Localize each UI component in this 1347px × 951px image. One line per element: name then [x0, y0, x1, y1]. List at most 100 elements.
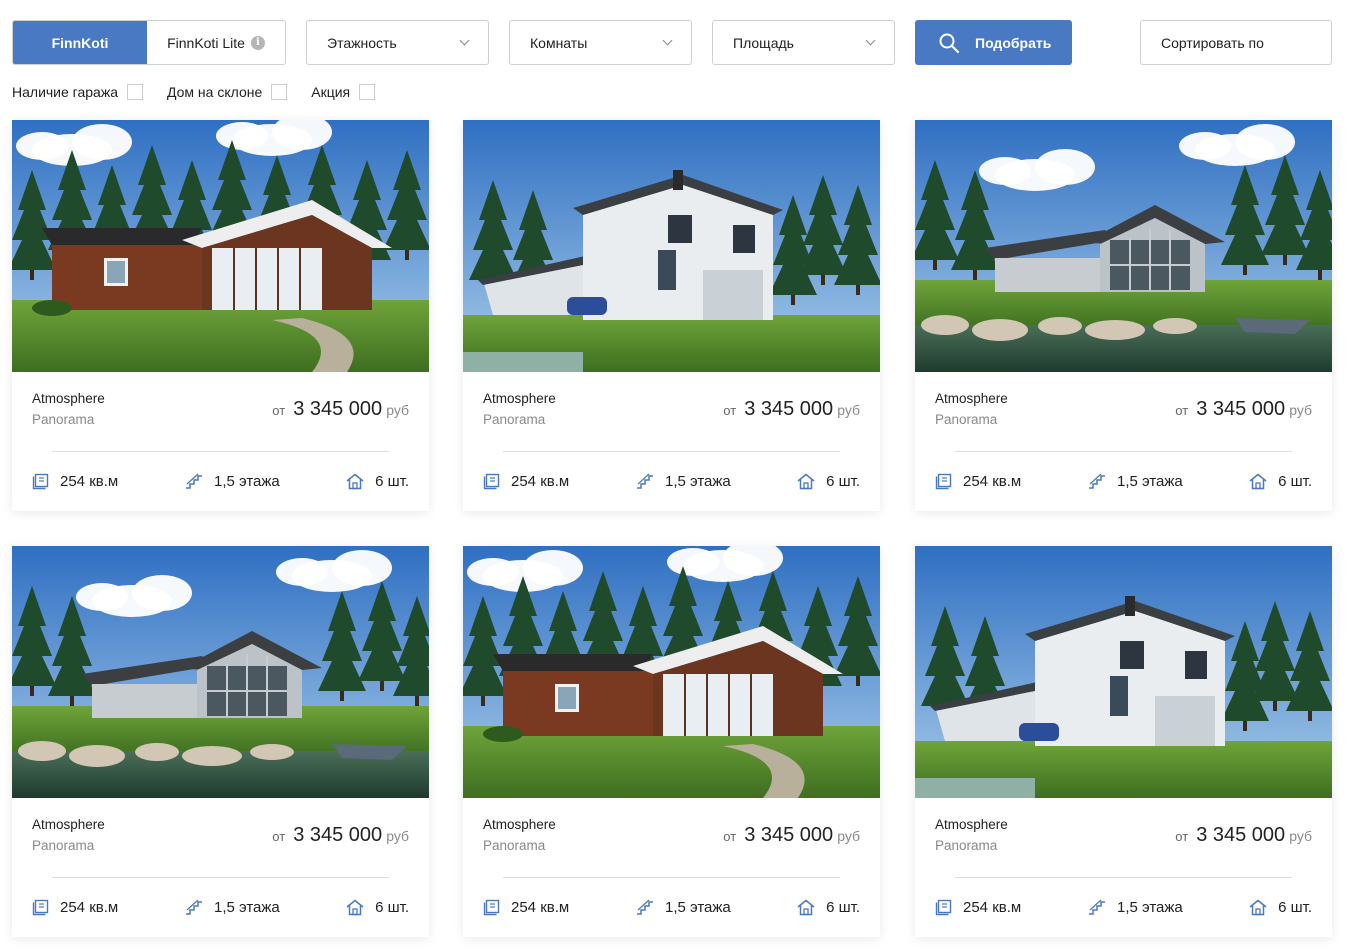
price-from-label: от: [723, 829, 737, 844]
card-divider: [503, 451, 840, 452]
checkbox-box[interactable]: [126, 84, 143, 100]
card-divider: [52, 877, 389, 878]
house-rooms: 6 шт.: [797, 473, 860, 490]
house-photo[interactable]: [12, 120, 429, 372]
house-series: Panorama: [32, 412, 95, 427]
house-photo[interactable]: [12, 546, 429, 798]
area-icon: [483, 473, 500, 490]
house-area-value: 254 кв.м: [963, 473, 1022, 490]
house-rooms: 6 шт.: [1249, 899, 1312, 916]
slope-checkbox[interactable]: Дом на склоне: [167, 84, 288, 100]
search-button[interactable]: Подобрать: [915, 20, 1072, 65]
price-from-label: от: [272, 829, 286, 844]
stairs-icon: [186, 473, 202, 489]
stairs-icon: [1089, 899, 1105, 915]
house-floors-value: 1,5 этажа: [214, 473, 280, 490]
promo-checkbox-label: Акция: [311, 84, 351, 100]
house-photo[interactable]: [463, 120, 880, 372]
house-floors: 1,5 этажа: [185, 899, 280, 916]
area-select[interactable]: Площадь: [712, 20, 895, 65]
price-currency: руб: [1289, 402, 1312, 418]
area-icon: [935, 899, 952, 916]
tab-finnkoti-lite[interactable]: FinnKoti Lite i: [147, 21, 285, 64]
chevron-down-icon: [865, 35, 876, 46]
house-price: от 3 345 000 руб: [272, 398, 409, 421]
price-from-label: от: [723, 403, 737, 418]
house-area-value: 254 кв.м: [511, 473, 570, 490]
rooms-select[interactable]: Комнаты: [509, 20, 692, 65]
sort-select[interactable]: Сортировать по: [1140, 20, 1332, 65]
price-from-label: от: [1175, 403, 1189, 418]
area-icon: [32, 473, 49, 490]
info-icon[interactable]: i: [250, 35, 265, 50]
house-series: Panorama: [32, 838, 95, 853]
house-name[interactable]: Atmosphere: [935, 817, 1008, 832]
house-area-value: 254 кв.м: [963, 899, 1022, 916]
house-floors: 1,5 этажа: [636, 473, 731, 490]
floors-select[interactable]: Этажность: [306, 20, 489, 65]
garage-checkbox[interactable]: Наличие гаража: [12, 84, 143, 100]
price-currency: руб: [386, 402, 409, 418]
house-price: от 3 345 000 руб: [1175, 398, 1312, 421]
card-divider: [52, 451, 389, 452]
area-icon: [32, 899, 49, 916]
house-area: 254 кв.м: [483, 473, 569, 490]
house-area: 254 кв.м: [32, 899, 118, 916]
house-floors-value: 1,5 этажа: [665, 473, 731, 490]
house-card[interactable]: Atmosphere Panorama от 3 345 000 руб 254…: [463, 546, 880, 937]
promo-checkbox[interactable]: Акция: [311, 84, 376, 100]
house-card[interactable]: Atmosphere Panorama от 3 345 000 руб 254…: [915, 120, 1332, 511]
search-icon: [939, 33, 959, 53]
house-area: 254 кв.м: [935, 473, 1021, 490]
chevron-down-icon: [459, 35, 470, 46]
card-divider: [955, 877, 1292, 878]
house-icon: [1249, 899, 1267, 916]
search-button-label: Подобрать: [975, 34, 1052, 51]
house-icon: [1249, 473, 1267, 490]
price-amount: 3 345 000: [1196, 398, 1286, 420]
floors-select-label: Этажность: [327, 34, 397, 51]
checkbox-box[interactable]: [271, 84, 288, 100]
house-card[interactable]: Atmosphere Panorama от 3 345 000 руб 254…: [915, 546, 1332, 937]
house-area: 254 кв.м: [935, 899, 1021, 916]
house-photo[interactable]: [463, 546, 880, 798]
house-price: от 3 345 000 руб: [272, 824, 409, 847]
price-amount: 3 345 000: [293, 824, 383, 846]
stairs-icon: [186, 899, 202, 915]
house-floors-value: 1,5 этажа: [665, 899, 731, 916]
checkbox-box[interactable]: [359, 84, 376, 100]
card-divider: [503, 877, 840, 878]
feature-checkboxes: Наличие гаража Дом на склоне Акция: [12, 83, 399, 101]
house-rooms: 6 шт.: [346, 899, 409, 916]
tab-finnkoti-lite-label: FinnKoti Lite: [167, 34, 245, 51]
house-name[interactable]: Atmosphere: [32, 391, 105, 406]
house-photo[interactable]: [915, 546, 1332, 798]
house-series: Panorama: [935, 838, 998, 853]
house-rooms-value: 6 шт.: [375, 899, 409, 916]
house-area-value: 254 кв.м: [60, 473, 119, 490]
house-price: от 3 345 000 руб: [723, 398, 860, 421]
area-icon: [935, 473, 952, 490]
stairs-icon: [637, 473, 653, 489]
house-card[interactable]: Atmosphere Panorama от 3 345 000 руб 254…: [12, 546, 429, 937]
house-rooms: 6 шт.: [1249, 473, 1312, 490]
house-series: Panorama: [483, 412, 546, 427]
house-photo[interactable]: [915, 120, 1332, 372]
price-amount: 3 345 000: [744, 824, 834, 846]
house-name[interactable]: Atmosphere: [32, 817, 105, 832]
house-rooms: 6 шт.: [346, 473, 409, 490]
house-rooms: 6 шт.: [797, 899, 860, 916]
area-select-label: Площадь: [733, 34, 794, 51]
house-rooms-value: 6 шт.: [375, 473, 409, 490]
house-name[interactable]: Atmosphere: [483, 817, 556, 832]
house-rooms-value: 6 шт.: [1278, 899, 1312, 916]
house-area-value: 254 кв.м: [511, 899, 570, 916]
house-area-value: 254 кв.м: [60, 899, 119, 916]
house-card[interactable]: Atmosphere Panorama от 3 345 000 руб 254…: [12, 120, 429, 511]
house-floors: 1,5 этажа: [636, 899, 731, 916]
house-name[interactable]: Atmosphere: [935, 391, 1008, 406]
house-name[interactable]: Atmosphere: [483, 391, 556, 406]
price-amount: 3 345 000: [744, 398, 834, 420]
house-card[interactable]: Atmosphere Panorama от 3 345 000 руб 254…: [463, 120, 880, 511]
tab-finnkoti[interactable]: FinnKoti: [13, 21, 147, 64]
